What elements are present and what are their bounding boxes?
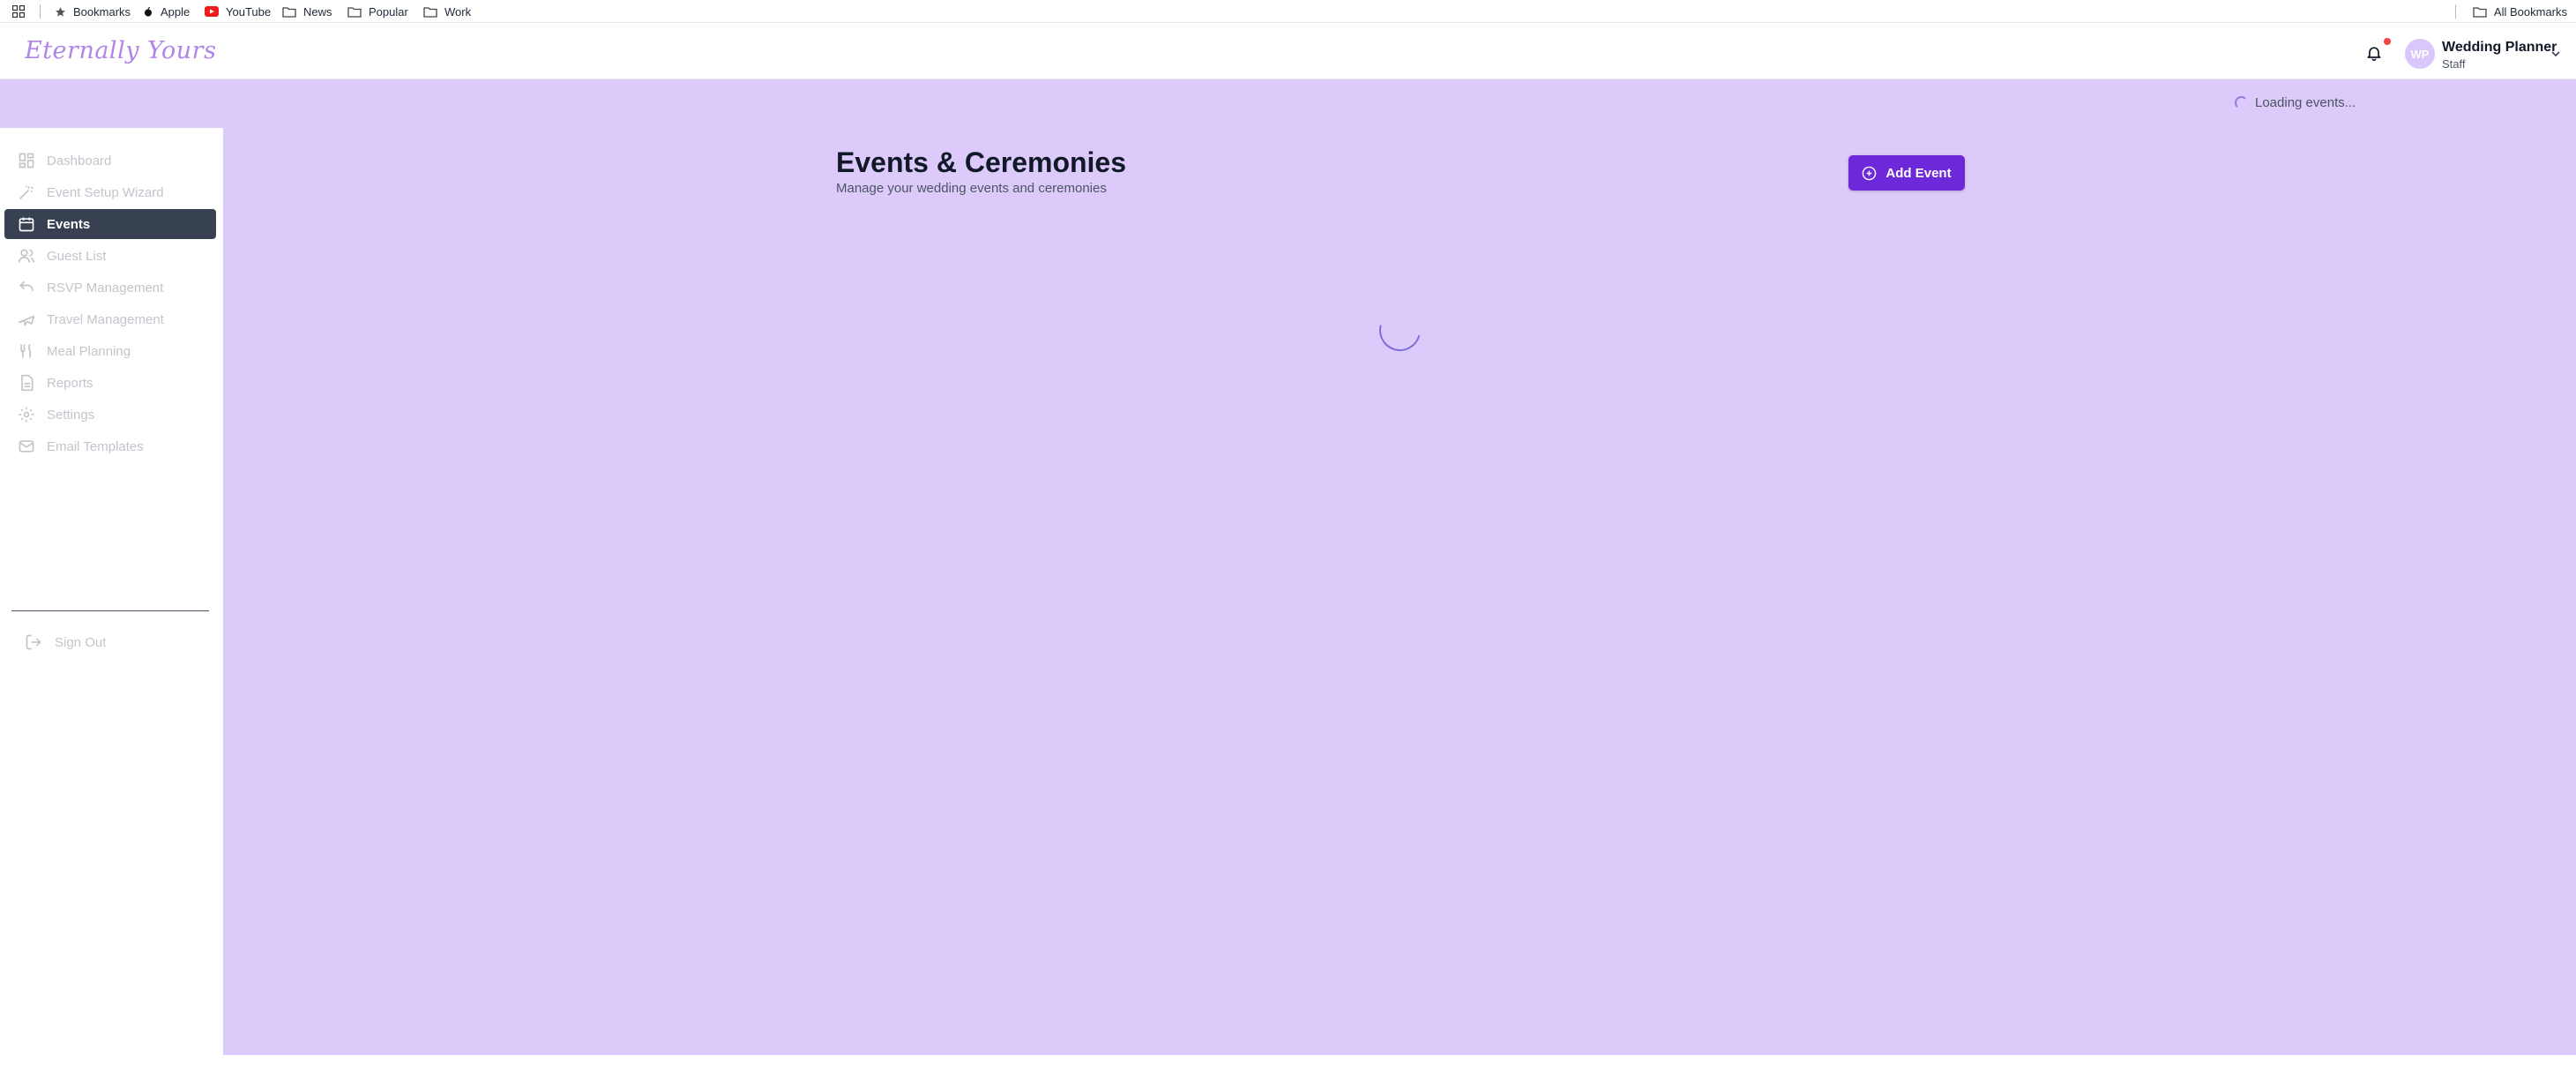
plane-icon: [18, 315, 35, 326]
bell-icon[interactable]: [2365, 44, 2383, 62]
page-subtitle: Manage your wedding events and ceremonie…: [836, 181, 1107, 196]
sidebar: Dashboard Event Setup Wizard Events Gues…: [0, 128, 223, 1055]
bookmark-label: News: [303, 4, 332, 19]
apple-icon: [145, 6, 152, 16]
plus-circle-icon: [1863, 166, 1877, 180]
bookmark-youtube[interactable]: YouTube: [205, 0, 271, 23]
youtube-icon: [205, 6, 219, 17]
bookmark-news[interactable]: News: [282, 0, 332, 23]
bookmark-label: Popular: [369, 4, 408, 19]
bookmarks-divider: [40, 4, 41, 19]
bookmark-label: Bookmarks: [73, 4, 131, 19]
sidebar-item-label: Events: [47, 216, 91, 232]
bookmark-apple[interactable]: Apple: [143, 0, 190, 23]
bookmarks-divider: [2455, 4, 2456, 19]
sidebar-divider: [11, 610, 209, 611]
sidebar-item-event-setup-wizard[interactable]: Event Setup Wizard: [4, 177, 216, 207]
notification-badge: [2384, 38, 2391, 45]
reply-icon: [19, 281, 34, 292]
user-role: Staff: [2442, 57, 2466, 71]
folder-icon: [347, 6, 362, 18]
sidebar-item-guest-list[interactable]: Guest List: [4, 241, 216, 271]
calendar-icon: [19, 217, 34, 232]
sidebar-item-email-templates[interactable]: Email Templates: [4, 431, 216, 461]
sidebar-item-label: Settings: [47, 407, 95, 423]
add-event-button[interactable]: Add Event: [1848, 155, 1965, 191]
page-title: Events & Ceremonies: [836, 146, 1127, 178]
avatar[interactable]: WP: [2405, 39, 2435, 69]
sidebar-item-settings[interactable]: Settings: [4, 400, 216, 430]
sidebar-item-meal-planning[interactable]: Meal Planning: [4, 336, 216, 366]
sidebar-item-label: Reports: [47, 375, 93, 391]
all-bookmarks[interactable]: All Bookmarks: [2473, 0, 2567, 23]
sidebar-item-label: RSVP Management: [47, 280, 164, 296]
bookmark-popular[interactable]: Popular: [347, 0, 408, 23]
sidebar-item-events[interactable]: Events: [4, 209, 216, 239]
wand-icon: [19, 185, 34, 200]
sidebar-item-label: Guest List: [47, 248, 107, 264]
sign-out-button[interactable]: Sign Out: [25, 633, 106, 651]
utensils-icon: [20, 343, 31, 358]
folder-icon: [282, 6, 296, 18]
sidebar-item-rsvp-management[interactable]: RSVP Management: [4, 273, 216, 303]
sign-out-icon: [26, 634, 41, 650]
bookmark-label: Apple: [161, 4, 190, 19]
users-icon: [18, 249, 35, 263]
sidebar-item-travel-management[interactable]: Travel Management: [4, 304, 216, 334]
user-name[interactable]: Wedding Planner: [2442, 40, 2557, 56]
grid-icon: [19, 153, 34, 168]
sidebar-item-label: Event Setup Wizard: [47, 184, 164, 200]
star-icon: [56, 6, 65, 17]
app-logo[interactable]: Eternally Yours: [25, 37, 216, 64]
bookmark-bookmarks[interactable]: Bookmarks: [55, 0, 131, 23]
bottom-strip: [0, 1055, 2576, 1070]
sidebar-item-label: Email Templates: [47, 438, 144, 454]
add-event-label: Add Event: [1885, 165, 1952, 181]
report-icon: [21, 374, 34, 392]
loading-spinner-icon: [2235, 95, 2248, 109]
app-header: Eternally Yours WP Wedding Planner Staff: [0, 23, 2576, 79]
bookmark-work[interactable]: Work: [423, 0, 471, 23]
loading-status: Loading events...: [2235, 94, 2356, 111]
sign-out-label: Sign Out: [55, 634, 107, 650]
bookmark-label: YouTube: [226, 4, 272, 19]
sidebar-item-reports[interactable]: Reports: [4, 368, 216, 398]
gear-icon: [19, 407, 34, 423]
bookmarks-bar: Bookmarks Apple YouTube News Popular Wor…: [0, 0, 2576, 23]
sidebar-item-label: Meal Planning: [47, 343, 131, 359]
mail-icon: [19, 440, 34, 453]
sidebar-item-label: Dashboard: [47, 153, 112, 168]
folder-icon: [423, 6, 437, 18]
apps-grid-icon[interactable]: [12, 5, 25, 18]
main-content-area: [0, 79, 2576, 1055]
sidebar-item-label: Travel Management: [47, 311, 164, 327]
folder-icon: [2473, 6, 2487, 18]
loading-text: Loading events...: [2255, 94, 2356, 110]
all-bookmarks-label: All Bookmarks: [2493, 4, 2567, 19]
chevron-down-icon[interactable]: [2550, 48, 2562, 60]
sidebar-item-dashboard[interactable]: Dashboard: [4, 146, 216, 176]
bookmark-label: Work: [444, 4, 472, 19]
